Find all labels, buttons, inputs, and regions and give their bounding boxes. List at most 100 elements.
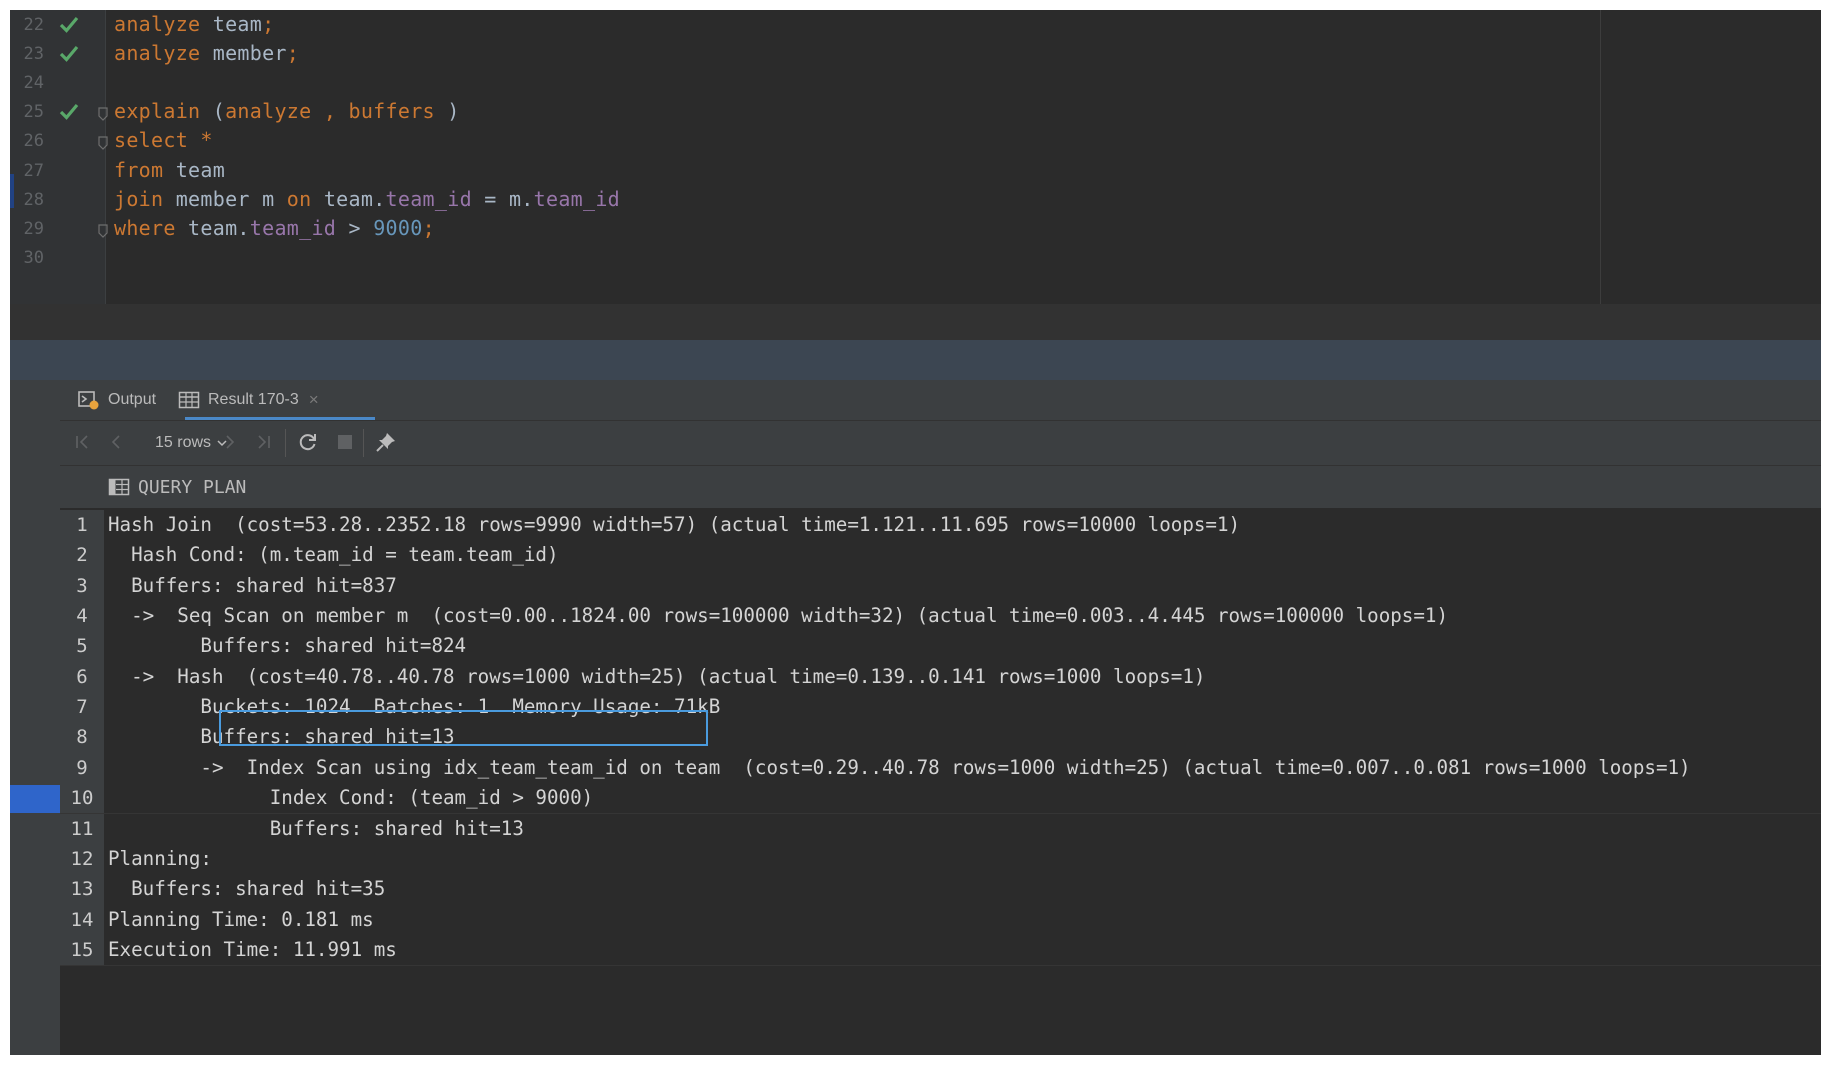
line-number: 29 [23, 218, 44, 239]
row-number[interactable]: 5 [60, 631, 104, 662]
tab-result-label: Result 170-3 [208, 391, 299, 408]
query-plan-cell[interactable]: Index Cond: (team_id > 9000) [108, 783, 593, 813]
row-number[interactable]: 14 [60, 904, 104, 935]
query-plan-cell[interactable]: Execution Time: 11.991 ms [108, 935, 397, 965]
selected-row-marker [10, 785, 60, 813]
row-number[interactable]: 2 [60, 540, 104, 571]
line-number: 23 [23, 44, 44, 65]
grid-header: QUERY PLAN [60, 466, 1821, 509]
row-number[interactable]: 4 [60, 601, 104, 632]
code-token: * [188, 128, 213, 153]
query-plan-cell[interactable]: -> Seq Scan on member m (cost=0.00..1824… [108, 601, 1448, 631]
query-plan-cell[interactable]: Hash Cond: (m.team_id = team.team_id) [108, 540, 558, 570]
table-row[interactable]: 14 Planning Time: 0.181 ms [60, 904, 1821, 936]
row-number[interactable]: 7 [60, 692, 104, 723]
line-number: 30 [23, 247, 44, 268]
row-number[interactable]: 15 [60, 934, 104, 966]
row-number[interactable]: 11 [60, 813, 104, 844]
code-token: team_id [533, 186, 621, 211]
query-plan-cell[interactable]: -> Hash (cost=40.78..40.78 rows=1000 wid… [108, 662, 1205, 692]
table-row[interactable]: 10 Index Cond: (team_id > 9000) [60, 783, 1821, 815]
table-row[interactable]: 15 Execution Time: 11.991 ms [60, 934, 1821, 967]
result-tabs: Output Result 170-3 × [60, 380, 1821, 421]
tab-output-label: Output [108, 391, 157, 408]
result-toolbar: 15 rows [60, 421, 1821, 466]
query-plan-cell[interactable]: Buffers: shared hit=13 [108, 814, 524, 844]
table-row[interactable]: 4 -> Seq Scan on member m (cost=0.00..18… [60, 601, 1821, 633]
right-margin-guide [1600, 10, 1601, 304]
query-plan-cell[interactable]: Buffers: shared hit=837 [108, 571, 397, 601]
table-row[interactable]: 11 Buffers: shared hit=13 [60, 813, 1821, 845]
fold-marker-icon[interactable] [98, 224, 108, 238]
tool-window-gutter [10, 380, 60, 1055]
line-number: 24 [23, 73, 44, 94]
code-token: team. [311, 186, 386, 211]
fold-marker-icon[interactable] [98, 107, 108, 122]
sql-editor[interactable]: 22 analyze team; 23 analyze member; 24 25 expl… [10, 10, 1821, 310]
console-run-icon [78, 391, 99, 410]
code-token: team_id [385, 186, 472, 211]
stop-icon[interactable] [334, 431, 356, 453]
query-plan-cell[interactable]: Hash Join (cost=53.28..2352.18 rows=9990… [108, 510, 1240, 540]
line-number: 22 [23, 15, 44, 35]
active-tab-indicator [185, 417, 375, 420]
table-row[interactable]: 6 -> Hash (cost=40.78..40.78 rows=1000 w… [60, 661, 1821, 694]
code-text: join member m on team.team_id = m.team_i… [114, 187, 620, 211]
table-row[interactable]: 1 Hash Join (cost=53.28..2352.18 rows=999… [60, 510, 1821, 542]
table-row[interactable]: 2 Hash Cond: (m.team_id = team.team_id) [60, 540, 1821, 572]
code-token: ) [434, 99, 460, 124]
line-number: 25 [23, 102, 44, 123]
tab-result[interactable]: Result 170-3 × [178, 380, 319, 420]
highlight-box [219, 710, 708, 746]
row-number[interactable]: 9 [60, 752, 104, 784]
first-page-icon[interactable] [72, 431, 94, 453]
table-row[interactable]: 12 Planning: [60, 843, 1821, 876]
table-icon [178, 391, 200, 409]
query-plan-cell[interactable]: -> Index Scan using idx_team_team_id on … [108, 753, 1690, 783]
row-number[interactable]: 8 [60, 722, 104, 753]
rows-count-label: 15 rows [155, 434, 212, 451]
code-token: team [200, 12, 263, 36]
rows-count-dropdown[interactable]: 15 rows [155, 421, 229, 465]
row-number[interactable]: 3 [60, 570, 104, 602]
close-icon[interactable]: × [309, 390, 319, 410]
fold-marker-icon[interactable] [98, 136, 108, 151]
table-row[interactable]: 9 -> Index Scan using idx_team_team_id o… [60, 752, 1821, 785]
code-text: from team [114, 158, 225, 182]
row-number[interactable]: 13 [60, 874, 104, 905]
check-icon [59, 104, 79, 121]
code-token: team [163, 157, 226, 182]
pin-icon[interactable] [375, 431, 397, 453]
code-token: analyze [114, 41, 201, 66]
reload-icon[interactable] [297, 431, 319, 453]
code-token: ; [262, 12, 275, 36]
table-row[interactable]: 5 Buffers: shared hit=824 [60, 631, 1821, 663]
column-header-query-plan[interactable]: QUERY PLAN [108, 466, 246, 508]
code-token: = m. [471, 186, 534, 211]
query-plan-cell[interactable]: Buffers: shared hit=35 [108, 874, 385, 904]
code-token: join [114, 186, 164, 211]
code-token: from [114, 157, 164, 182]
line-number: 28 [23, 189, 44, 210]
next-page-icon[interactable] [219, 431, 241, 453]
row-number[interactable]: 1 [60, 510, 104, 541]
tab-output[interactable]: Output [78, 380, 156, 420]
code-text: where team.team_id > 9000; [114, 216, 435, 240]
query-plan-cell[interactable]: Buffers: shared hit=824 [108, 631, 466, 661]
table-row[interactable]: 3 Buffers: shared hit=837 [60, 570, 1821, 603]
previous-page-icon[interactable] [105, 431, 127, 453]
query-plan-cell[interactable]: Planning: [108, 844, 212, 874]
row-number[interactable]: 10 [60, 783, 104, 814]
row-number[interactable]: 12 [60, 843, 104, 875]
code-token: , [323, 99, 337, 124]
line-number: 26 [23, 131, 44, 152]
last-page-icon[interactable] [252, 431, 274, 453]
code-text: explain (analyze , buffers ) [114, 99, 460, 123]
query-plan-cell[interactable]: Planning Time: 0.181 ms [108, 905, 374, 935]
panel-splitter[interactable] [10, 340, 1821, 380]
code-token: explain [114, 99, 201, 124]
table-row[interactable]: 13 Buffers: shared hit=35 [60, 874, 1821, 906]
code-line[interactable]: 30 [10, 242, 1590, 276]
row-number[interactable]: 6 [60, 661, 104, 693]
